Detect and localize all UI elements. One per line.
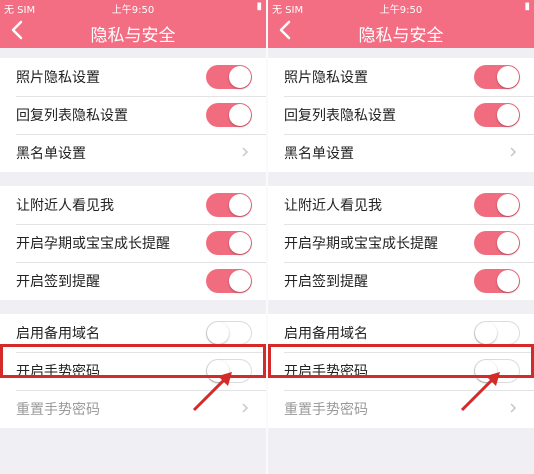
setting-nearby-visible[interactable]: 让附近人看见我 <box>268 186 534 224</box>
pregnancy-reminder-toggle[interactable] <box>206 231 252 255</box>
settings-group: 让附近人看见我 开启孕期或宝宝成长提醒 开启签到提醒 <box>268 186 534 300</box>
nearby-visible-toggle[interactable] <box>206 193 252 217</box>
chevron-right-icon <box>510 403 517 413</box>
setting-pregnancy-reminder[interactable]: 开启孕期或宝宝成长提醒 <box>0 224 266 262</box>
setting-nearby-visible[interactable]: 让附近人看见我 <box>0 186 266 224</box>
nearby-visible-toggle[interactable] <box>474 193 520 217</box>
setting-blacklist[interactable]: 黑名单设置 <box>268 134 534 172</box>
backup-domain-toggle[interactable] <box>206 321 252 345</box>
toggle-knob <box>229 194 251 216</box>
toggle-knob <box>229 232 251 254</box>
nav-bar: 隐私与安全 <box>268 14 534 48</box>
toggle-knob <box>229 104 251 126</box>
setting-reply-privacy[interactable]: 回复列表隐私设置 <box>268 96 534 134</box>
chevron-right-icon <box>242 403 249 413</box>
toggle-knob <box>229 270 251 292</box>
annotation-arrow-icon <box>460 372 500 412</box>
page-title: 隐私与安全 <box>358 26 444 46</box>
reply-privacy-toggle[interactable] <box>206 103 252 127</box>
nav-bar: 隐私与安全 <box>0 14 266 48</box>
chevron-right-icon <box>242 147 249 157</box>
setting-blacklist[interactable]: 黑名单设置 <box>0 134 266 172</box>
checkin-reminder-toggle[interactable] <box>206 269 252 293</box>
battery-icon: ▮ <box>524 1 530 12</box>
settings-group: 让附近人看见我 开启孕期或宝宝成长提醒 开启签到提醒 <box>0 186 266 300</box>
toggle-knob <box>229 66 251 88</box>
phone-screen-left: 无 SIM 上午9:50 ▮ 隐私与安全 照片隐私设置 回复列表隐私设置 黑名单… <box>0 0 266 474</box>
settings-group: 照片隐私设置 回复列表隐私设置 黑名单设置 <box>268 58 534 172</box>
setting-label: 黑名单设置 <box>284 146 354 162</box>
status-bar: 无 SIM 上午9:50 ▮ <box>268 0 534 16</box>
annotation-arrow-icon <box>192 372 232 412</box>
toggle-knob <box>475 322 497 344</box>
status-bar: 无 SIM 上午9:50 ▮ <box>0 0 266 16</box>
setting-reply-privacy[interactable]: 回复列表隐私设置 <box>0 96 266 134</box>
backup-domain-toggle[interactable] <box>474 321 520 345</box>
reply-privacy-toggle[interactable] <box>474 103 520 127</box>
setting-pregnancy-reminder[interactable]: 开启孕期或宝宝成长提醒 <box>268 224 534 262</box>
page-title: 隐私与安全 <box>90 26 176 46</box>
setting-checkin-reminder[interactable]: 开启签到提醒 <box>0 262 266 300</box>
setting-checkin-reminder[interactable]: 开启签到提醒 <box>268 262 534 300</box>
screenshot-composite: 无 SIM 上午9:50 ▮ 隐私与安全 照片隐私设置 回复列表隐私设置 黑名单… <box>0 0 534 474</box>
setting-photo-privacy[interactable]: 照片隐私设置 <box>0 58 266 96</box>
battery-icon: ▮ <box>256 1 262 12</box>
settings-group: 照片隐私设置 回复列表隐私设置 黑名单设置 <box>0 58 266 172</box>
toggle-knob <box>497 270 519 292</box>
toggle-knob <box>497 232 519 254</box>
checkin-reminder-toggle[interactable] <box>474 269 520 293</box>
toggle-knob <box>497 104 519 126</box>
setting-label: 黑名单设置 <box>16 146 86 162</box>
toggle-knob <box>207 322 229 344</box>
photo-privacy-toggle[interactable] <box>206 65 252 89</box>
pregnancy-reminder-toggle[interactable] <box>474 231 520 255</box>
setting-photo-privacy[interactable]: 照片隐私设置 <box>268 58 534 96</box>
chevron-right-icon <box>510 147 517 157</box>
toggle-knob <box>497 194 519 216</box>
photo-privacy-toggle[interactable] <box>474 65 520 89</box>
phone-screen-right: 无 SIM 上午9:50 ▮ 隐私与安全 照片隐私设置 回复列表隐私设置 黑名单… <box>268 0 534 474</box>
toggle-knob <box>497 66 519 88</box>
